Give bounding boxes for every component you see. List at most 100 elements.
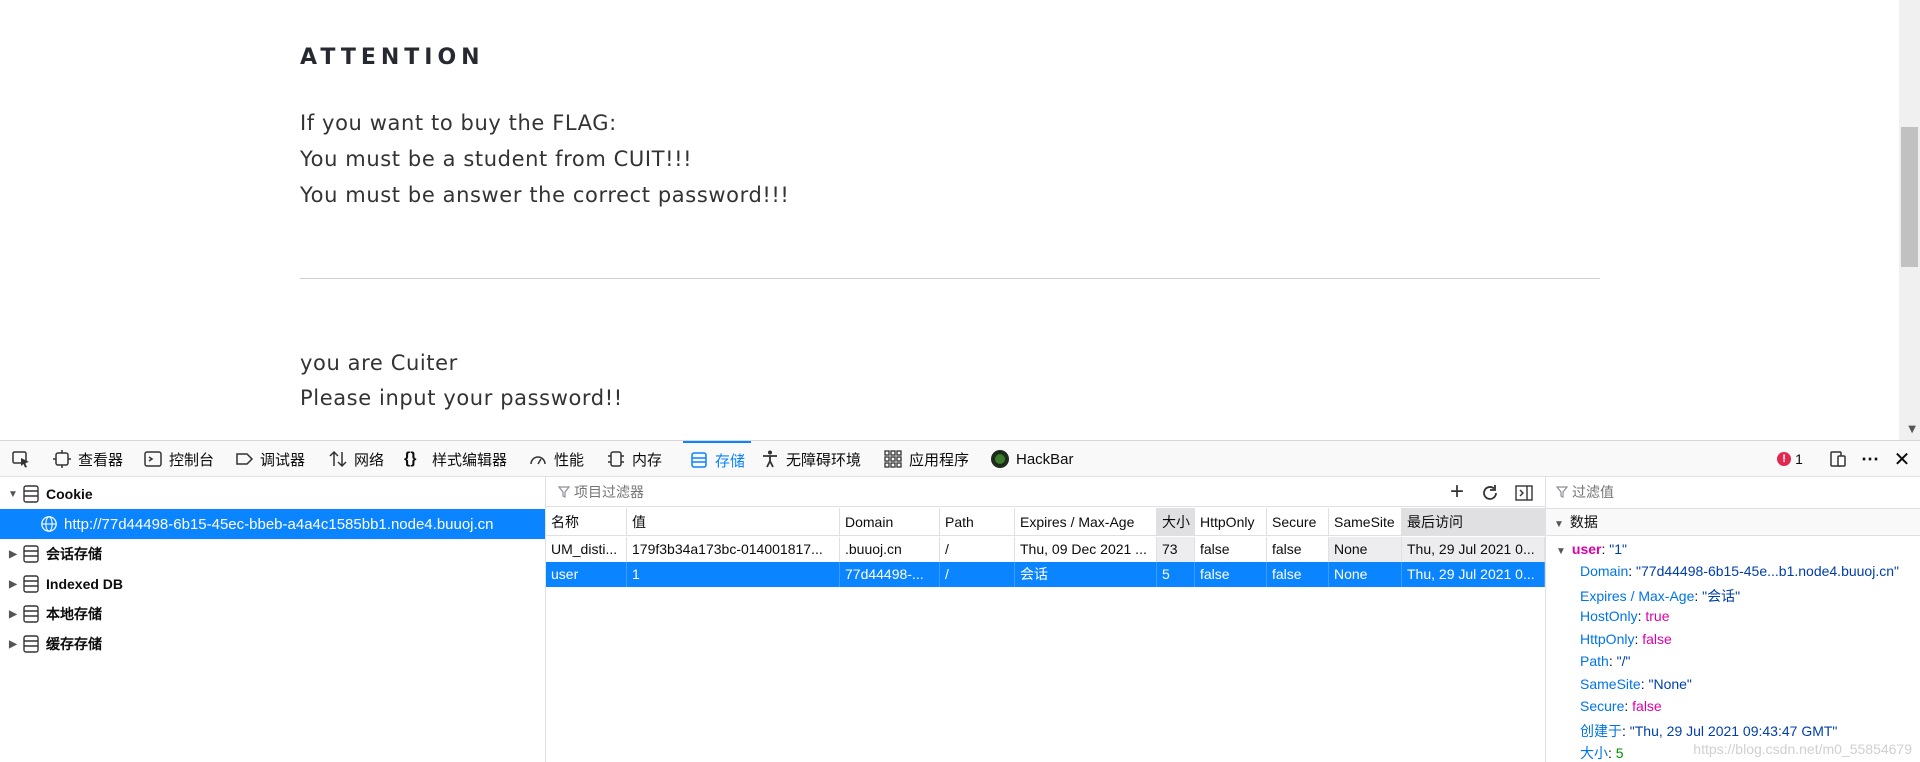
chevron-down-icon[interactable]: ▼ bbox=[1556, 546, 1566, 557]
inspector-icon bbox=[53, 450, 71, 468]
chevron-right-icon[interactable]: ▶ bbox=[4, 639, 22, 650]
cell-size: 73 bbox=[1157, 537, 1195, 562]
sidebar-filter-input[interactable] bbox=[1572, 481, 1902, 503]
column-header-size[interactable]: 大小 bbox=[1157, 508, 1195, 536]
sidebar-property[interactable]: Expires / Max-Age: "会话" bbox=[1580, 586, 1740, 606]
scrollbar-thumb[interactable] bbox=[1901, 127, 1918, 267]
tab-accessibility[interactable]: 无障碍环境 bbox=[760, 441, 861, 477]
cell-expires: Thu, 09 Dec 2021 ... bbox=[1015, 537, 1157, 562]
more-options-icon[interactable]: ⋯ bbox=[1856, 441, 1884, 477]
sidebar-property[interactable]: 大小: 5 bbox=[1580, 743, 1624, 762]
column-header-httponly[interactable]: HttpOnly bbox=[1195, 508, 1267, 536]
sidebar-property[interactable]: Path: "/" bbox=[1580, 653, 1630, 669]
cell-httponly: false bbox=[1195, 537, 1267, 562]
table-filter-input[interactable] bbox=[574, 481, 1194, 503]
sidebar-section-header[interactable]: ▼ 数据 bbox=[1546, 508, 1920, 536]
column-header-samesite[interactable]: SameSite bbox=[1329, 508, 1402, 536]
sidebar-property[interactable]: 创建于: "Thu, 29 Jul 2021 09:43:47 GMT" bbox=[1580, 721, 1837, 741]
property-key: 创建于 bbox=[1580, 722, 1622, 739]
tab-console[interactable]: 控制台 bbox=[143, 441, 214, 477]
tab-label: 存储 bbox=[715, 452, 746, 470]
cell-last-accessed: Thu, 29 Jul 2021 0... bbox=[1402, 537, 1545, 562]
sidebar-property[interactable]: Domain: "77d44498-6b15-45e...b1.node4.bu… bbox=[1580, 563, 1899, 579]
message-line: Please input your password!! bbox=[300, 386, 623, 410]
chevron-down-icon[interactable]: ▼ bbox=[4, 489, 22, 500]
web-page: ATTENTION If you want to buy the FLAG: Y… bbox=[0, 0, 1920, 440]
error-count-badge[interactable]: ! 1 bbox=[1772, 441, 1808, 477]
tab-label: 查看器 bbox=[78, 451, 124, 469]
sidebar-property[interactable]: HttpOnly: false bbox=[1580, 631, 1672, 647]
tab-inspector[interactable]: 查看器 bbox=[52, 441, 123, 477]
cell-value: 1 bbox=[627, 562, 840, 587]
tab-debugger[interactable]: 调试器 bbox=[234, 441, 305, 477]
sidebar-property[interactable]: Secure: false bbox=[1580, 698, 1662, 714]
sidebar-property[interactable]: HostOnly: true bbox=[1580, 608, 1669, 624]
responsive-design-icon[interactable] bbox=[1824, 441, 1852, 477]
chevron-right-icon[interactable]: ▶ bbox=[4, 549, 22, 560]
tab-memory[interactable]: 内存 bbox=[606, 441, 662, 477]
column-header-name[interactable]: 名称 bbox=[546, 508, 627, 536]
cookie-details-sidebar: ▼ 数据 ▼ user: "1" Domain: "77d44498-6b15-45… bbox=[1545, 477, 1920, 762]
column-header-domain[interactable]: Domain bbox=[840, 508, 940, 536]
memory-icon bbox=[608, 451, 624, 467]
tree-item-session-storage[interactable]: ▶ 会话存储 bbox=[0, 539, 545, 569]
table-row[interactable]: UM_disti... 179f3b34a173bc-014001817... … bbox=[546, 537, 1545, 562]
cell-name: UM_disti... bbox=[546, 537, 627, 562]
tree-item-indexed-db[interactable]: ▶ Indexed DB bbox=[0, 569, 545, 599]
column-header-path[interactable]: Path bbox=[940, 508, 1015, 536]
property-separator: : bbox=[1608, 653, 1617, 669]
tree-label: 会话存储 bbox=[46, 546, 102, 562]
property-key: HttpOnly bbox=[1580, 630, 1635, 647]
tab-hackbar[interactable]: HackBar bbox=[990, 441, 1074, 477]
tab-application[interactable]: 应用程序 bbox=[883, 441, 969, 477]
property-separator: : bbox=[1694, 587, 1703, 604]
filter-icon bbox=[558, 486, 570, 498]
column-header-last-accessed[interactable]: 最后访问 bbox=[1402, 508, 1545, 536]
tree-item-local-storage[interactable]: ▶ 本地存储 bbox=[0, 599, 545, 629]
column-header-secure[interactable]: Secure bbox=[1267, 508, 1329, 536]
cell-last-accessed: Thu, 29 Jul 2021 0... bbox=[1402, 562, 1545, 587]
cell-secure: false bbox=[1267, 537, 1329, 562]
cell-size: 5 bbox=[1157, 562, 1195, 587]
storage-icon bbox=[23, 605, 39, 623]
property-key: Domain bbox=[1580, 563, 1629, 579]
storage-icon bbox=[23, 635, 39, 653]
cell-httponly: false bbox=[1195, 562, 1267, 587]
close-icon[interactable]: ✕ bbox=[1888, 441, 1916, 477]
column-header-value[interactable]: 值 bbox=[627, 508, 840, 536]
tree-label: 本地存储 bbox=[46, 606, 102, 622]
tab-network[interactable]: 网络 bbox=[328, 441, 384, 477]
tab-label: 网络 bbox=[354, 451, 385, 469]
property-key: 大小 bbox=[1580, 745, 1608, 761]
tab-style-editor[interactable]: {} 样式编辑器 bbox=[404, 441, 507, 477]
tree-label: Indexed DB bbox=[46, 576, 124, 592]
property-separator: : bbox=[1608, 745, 1616, 761]
tree-item-cache-storage[interactable]: ▶ 缓存存储 bbox=[0, 629, 545, 659]
sidebar-root-item[interactable]: ▼ user: "1" bbox=[1556, 541, 1627, 557]
chevron-down-icon[interactable]: ▼ bbox=[1554, 519, 1564, 530]
chevron-right-icon[interactable]: ▶ bbox=[4, 609, 22, 620]
tab-label: 内存 bbox=[632, 451, 663, 469]
tree-label: http://77d44498-6b15-45ec-bbeb-a4a4c1585… bbox=[64, 515, 494, 533]
table-row-selected[interactable]: user 1 77d44498-... / 会话 5 false false N… bbox=[546, 562, 1545, 587]
message-line: You must be a student from CUIT!!! bbox=[300, 147, 693, 171]
error-count: 1 bbox=[1795, 451, 1803, 467]
refresh-icon[interactable] bbox=[1480, 483, 1500, 503]
cell-path: / bbox=[940, 537, 1015, 562]
chevron-right-icon[interactable]: ▶ bbox=[4, 579, 22, 590]
tab-label: 样式编辑器 bbox=[432, 451, 508, 469]
globe-icon bbox=[41, 516, 57, 532]
style-editor-icon: {} bbox=[404, 450, 417, 467]
scroll-down-arrow-icon[interactable]: ▼ bbox=[1908, 424, 1916, 435]
tree-item-cookie-host[interactable]: http://77d44498-6b15-45ec-bbeb-a4a4c1585… bbox=[0, 509, 545, 539]
sidebar-property[interactable]: SameSite: "None" bbox=[1580, 676, 1692, 692]
toggle-sidebar-icon[interactable] bbox=[1514, 483, 1534, 503]
cell-domain: .buuoj.cn bbox=[840, 537, 940, 562]
tree-item-cookie[interactable]: ▼ Cookie bbox=[0, 479, 545, 509]
add-item-icon[interactable]: + bbox=[1444, 478, 1470, 505]
tab-storage[interactable]: 存储 bbox=[683, 441, 752, 477]
tab-performance[interactable]: 性能 bbox=[528, 441, 584, 477]
page-scrollbar[interactable]: ▼ bbox=[1899, 0, 1920, 440]
column-header-expires[interactable]: Expires / Max-Age bbox=[1015, 508, 1157, 536]
element-picker-icon[interactable] bbox=[8, 441, 34, 477]
